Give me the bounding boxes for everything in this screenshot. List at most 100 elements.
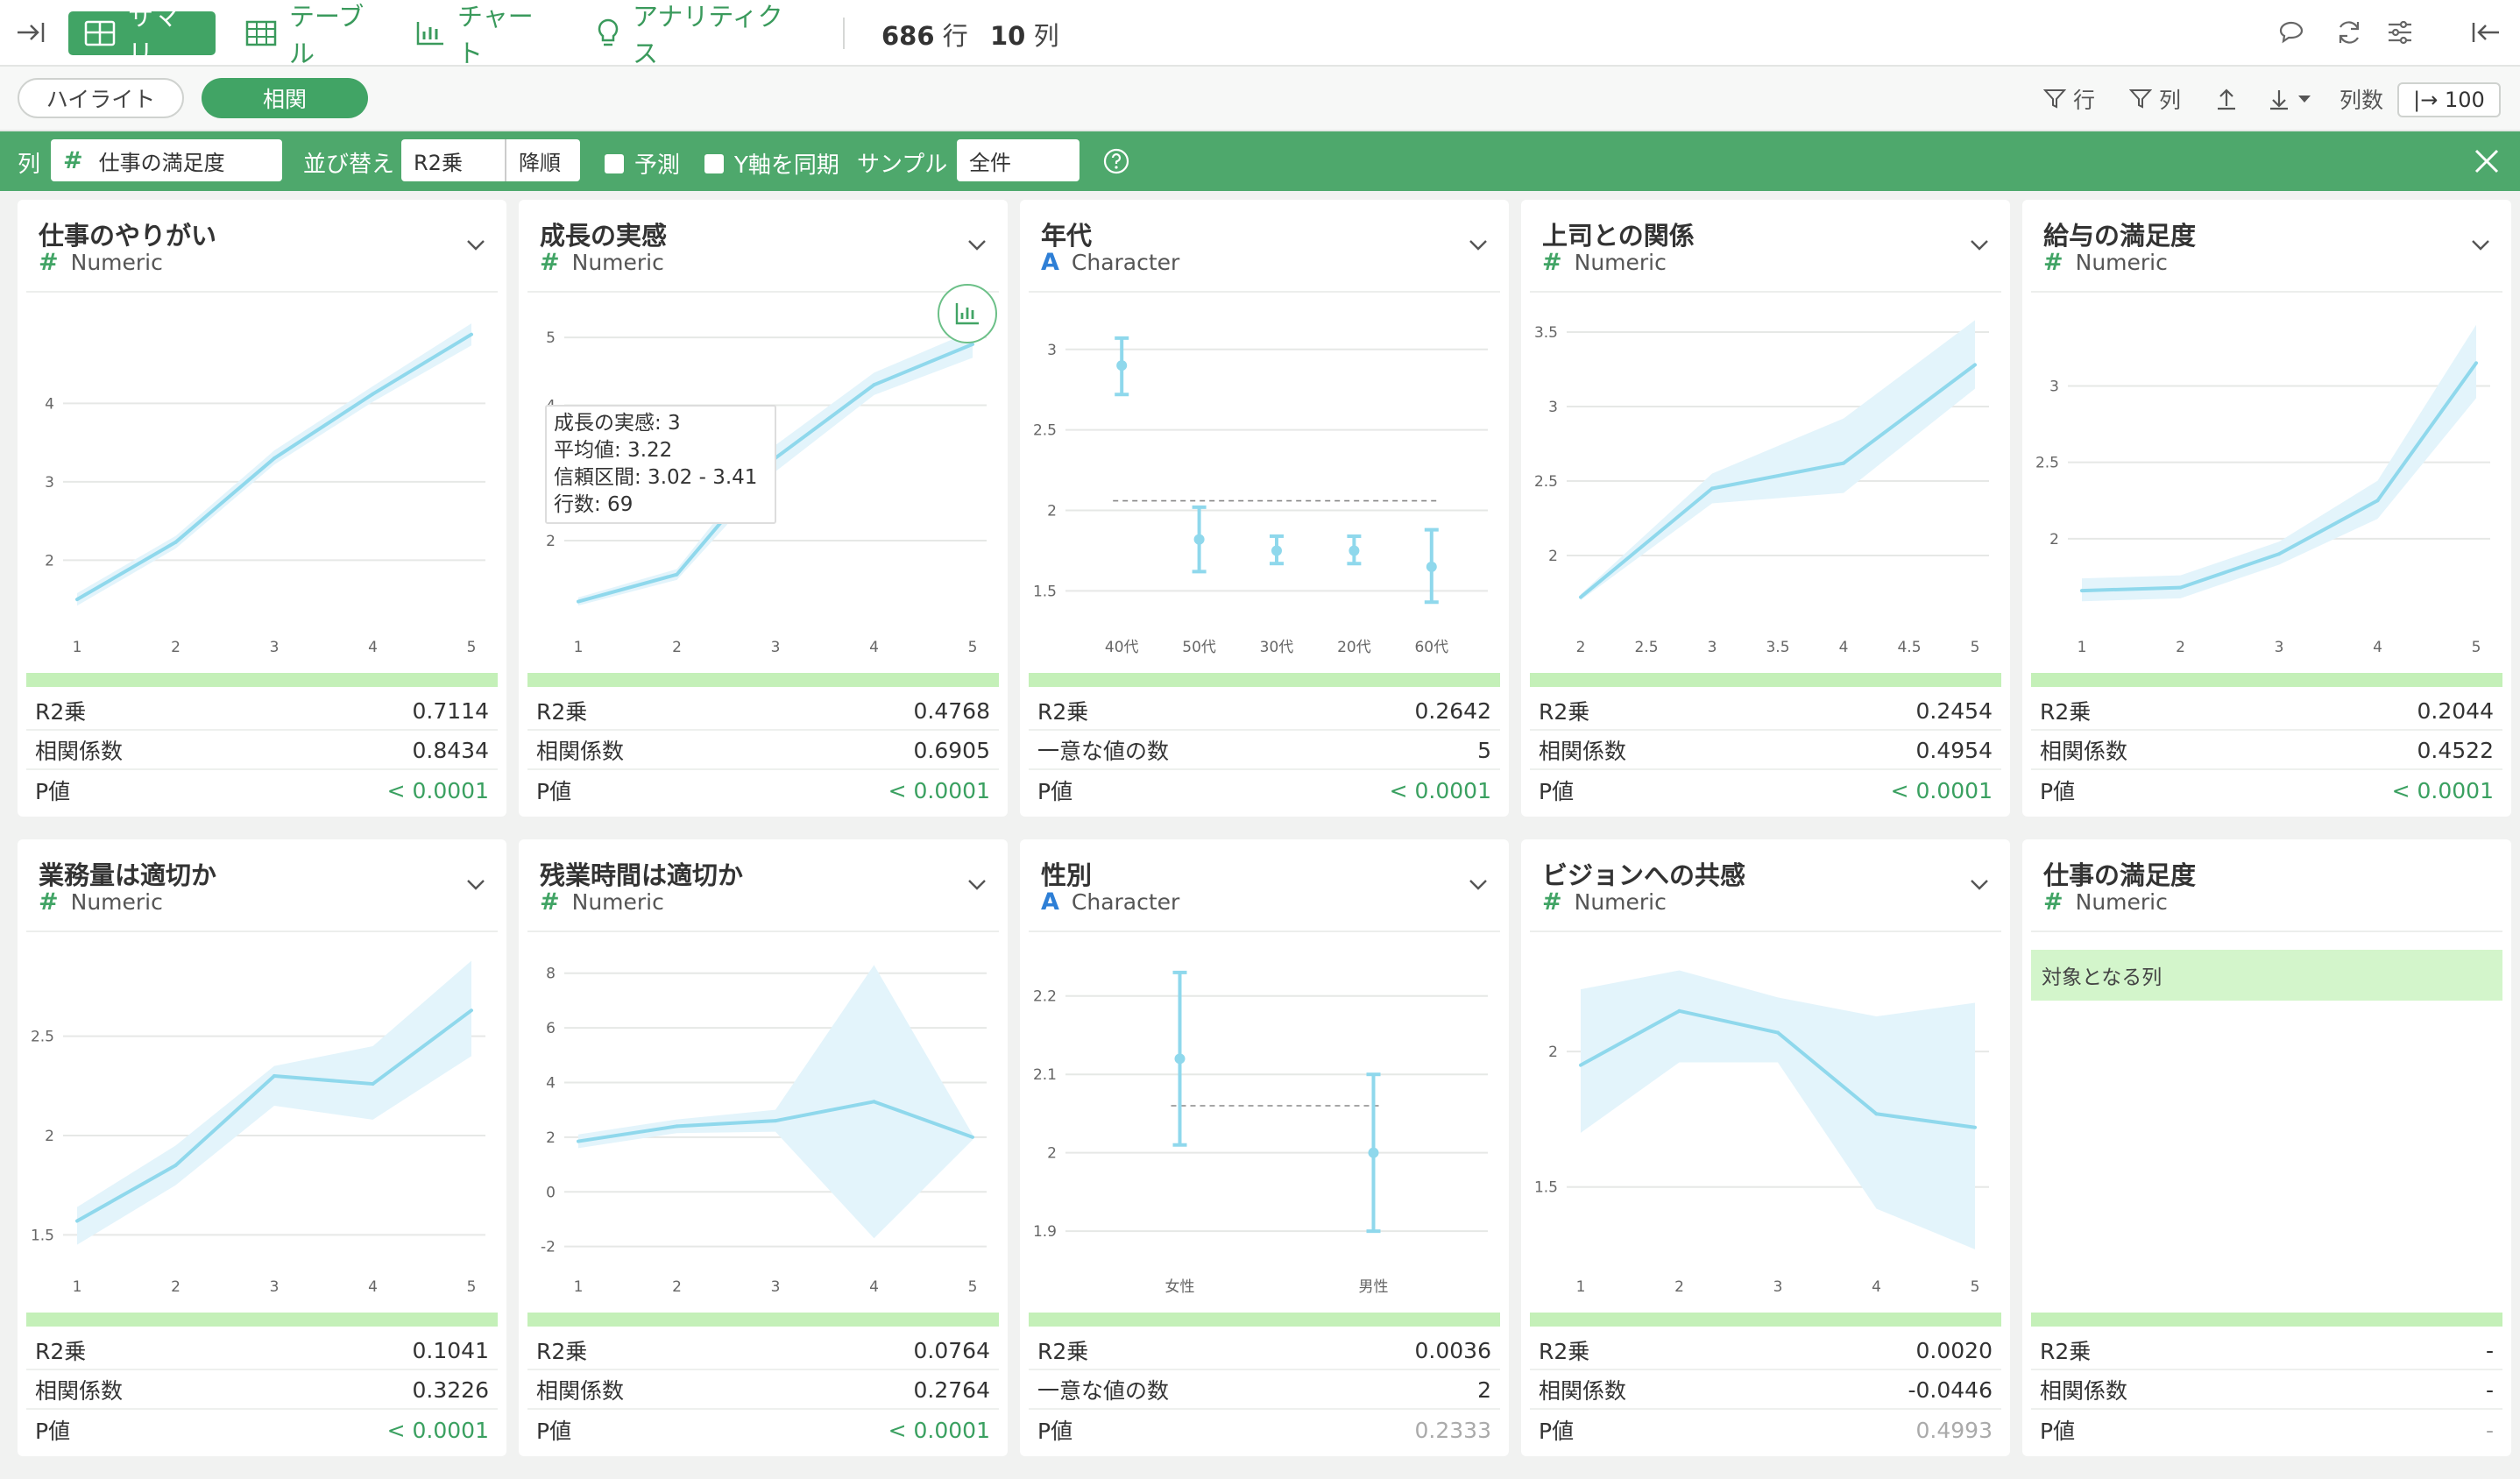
card-title: 成長の実感	[540, 221, 668, 251]
stat-label: R2乗	[35, 699, 87, 725]
tick-label: 2	[1047, 503, 1057, 520]
correlation-chart[interactable]: 1.5 2 1 2 3 4 5	[1530, 936, 2001, 1313]
tick-label: 2.5	[2035, 455, 2059, 472]
sync-y-checkbox[interactable]: Y軸を同期	[704, 147, 839, 180]
card-type: A Character	[1041, 888, 1179, 916]
tick-label: 2	[171, 1278, 181, 1296]
tick-label: 8	[546, 966, 556, 983]
correlation-settings-bar: 列 # 仕事の満足度 並び替え R2乗 降順 予測 Y軸を同期 サンプル 全件	[0, 131, 2520, 191]
stat-label: 相関係数	[35, 739, 124, 764]
stat-label: P値	[35, 1419, 71, 1444]
card-type-label: Numeric	[571, 889, 664, 915]
target-column-select[interactable]: # 仕事の満足度	[51, 139, 282, 181]
chevron-down-icon[interactable]	[966, 873, 988, 895]
predict-checkbox[interactable]: 予測	[605, 147, 680, 180]
refresh-icon[interactable]	[2331, 14, 2368, 51]
chevron-down-icon[interactable]	[966, 233, 988, 256]
tick-label: 2	[672, 1278, 682, 1296]
correlation-button[interactable]: 相関	[202, 78, 368, 118]
stat-label: P値	[1539, 779, 1575, 804]
card-type: # Numeric	[39, 249, 163, 276]
expand-sidebar-icon[interactable]	[11, 12, 51, 53]
chevron-down-icon[interactable]	[464, 873, 487, 895]
stat-value: 0.2454	[1915, 697, 1993, 724]
stat-label: R2乗	[536, 699, 588, 725]
predict-label: 予測	[634, 152, 681, 179]
trend-line-segment	[173, 456, 276, 544]
correlation-chart[interactable]: 2 2.5 3 1 2 3 4 5	[2031, 296, 2502, 673]
confidence-band	[578, 965, 973, 1239]
stat-label: 相関係数	[2040, 739, 2128, 764]
stat-row: 相関係数 0.4954	[1530, 732, 2001, 770]
stat-label: P値	[1037, 779, 1073, 804]
stat-value: 0.0036	[1414, 1337, 1491, 1363]
tab-analytics-label: アナリティクス	[633, 2, 783, 68]
collapse-panel-icon[interactable]	[2467, 14, 2504, 51]
sort-by-select[interactable]: R2乗	[401, 139, 505, 181]
correlation-card: 業務量は適切か # Numeric 1.5 2 2.5 1 2 3 4 5 R2乗 0.104…	[18, 839, 506, 1456]
correlation-chart[interactable]: 1.9 2 2.1 2.2 女性 男性	[1029, 936, 1500, 1313]
comment-icon[interactable]	[2273, 14, 2310, 51]
correlation-chart[interactable]: 1.5 2 2.5 3 40代 50代 30代 20代 60代	[1029, 296, 1500, 673]
tick-label: 60代	[1414, 639, 1448, 656]
close-icon[interactable]	[2473, 147, 2501, 179]
stat-value: 2	[1477, 1376, 1491, 1403]
trend-line-segment	[774, 383, 876, 460]
row-filter-button[interactable]: 行	[2043, 84, 2095, 114]
target-column-value: 仕事の満足度	[98, 150, 225, 175]
mean-point	[1116, 360, 1128, 372]
tick-label: 4.5	[1897, 639, 1921, 656]
tab-chart[interactable]: チャート	[400, 2, 566, 68]
stat-value: 0.2642	[1414, 697, 1491, 724]
chart-tooltip: 成長の実感: 3 平均値: 3.22 信頼区間: 3.02 - 3.41 行数: 69	[545, 405, 776, 524]
chevron-down-icon[interactable]	[1968, 233, 1991, 256]
bar-chart-icon	[416, 22, 443, 46]
sync-y-checkbox-box[interactable]	[704, 153, 724, 173]
card-divider	[1029, 291, 1500, 293]
tick-label: 3	[270, 1278, 280, 1296]
settings-sliders-icon[interactable]	[2382, 14, 2418, 51]
correlation-chart[interactable]: 2 3 4 1 2 3 4 5	[26, 296, 498, 673]
predict-checkbox-box[interactable]	[605, 153, 624, 173]
tick-label: 0	[546, 1184, 556, 1201]
correlation-card: 成長の実感 # Numeric 24512345 R2乗 0.4768 相関係数…	[519, 200, 1008, 817]
chevron-down-icon[interactable]	[2469, 233, 2492, 256]
tick-label: 5	[1971, 639, 1980, 656]
sort-order-select[interactable]: 降順	[505, 139, 580, 181]
tick-label: 5	[968, 1278, 978, 1296]
card-type: # Numeric	[1542, 249, 1667, 276]
stat-value: 0.7114	[412, 697, 489, 724]
stat-label: R2乗	[2040, 1339, 2092, 1364]
open-chart-button[interactable]	[938, 284, 997, 343]
sample-select[interactable]: 全件	[957, 139, 1079, 181]
stat-value: < 0.0001	[888, 777, 990, 803]
chevron-down-icon[interactable]	[464, 233, 487, 256]
stat-label: R2乗	[1539, 699, 1590, 725]
tick-label: 5	[546, 329, 556, 347]
column-filter-button[interactable]: 列	[2129, 84, 2181, 114]
correlation-chart[interactable]: -2 0 2 4 6 8 1 2 3 4 5	[527, 936, 999, 1313]
tab-summary[interactable]: サマリ	[68, 2, 216, 68]
tab-analytics[interactable]: アナリティクス	[580, 2, 810, 68]
stat-value: 0.0020	[1915, 1337, 1993, 1363]
tick-label: 5	[467, 639, 477, 656]
tab-table[interactable]: テーブル	[230, 2, 396, 68]
stat-row: P値 < 0.0001	[26, 771, 498, 810]
help-icon[interactable]	[1102, 147, 1130, 179]
tick-label: 4	[1839, 639, 1849, 656]
tick-label: 2.1	[1033, 1066, 1057, 1084]
chevron-down-icon[interactable]	[1968, 873, 1991, 895]
download-icon[interactable]	[2268, 84, 2311, 114]
highlight-button[interactable]: ハイライト	[18, 78, 184, 118]
tick-label: 2.5	[1534, 473, 1558, 491]
upload-icon[interactable]	[2215, 84, 2238, 114]
correlation-chart[interactable]: 2 2.5 3 3.5 2 2.5 3 3.5 4 4.5 5	[1530, 296, 2001, 673]
correlation-chart[interactable]: 1.5 2 2.5 1 2 3 4 5	[26, 936, 498, 1313]
sample-label: サンプル	[857, 152, 948, 178]
colcount-input[interactable]: |→ 100	[2397, 82, 2501, 117]
stat-value: 0.4954	[1915, 737, 1993, 763]
chevron-down-icon[interactable]	[1467, 233, 1490, 256]
chevron-down-icon[interactable]	[1467, 873, 1490, 895]
stat-row: P値 < 0.0001	[527, 771, 999, 810]
stat-label: P値	[35, 779, 71, 804]
